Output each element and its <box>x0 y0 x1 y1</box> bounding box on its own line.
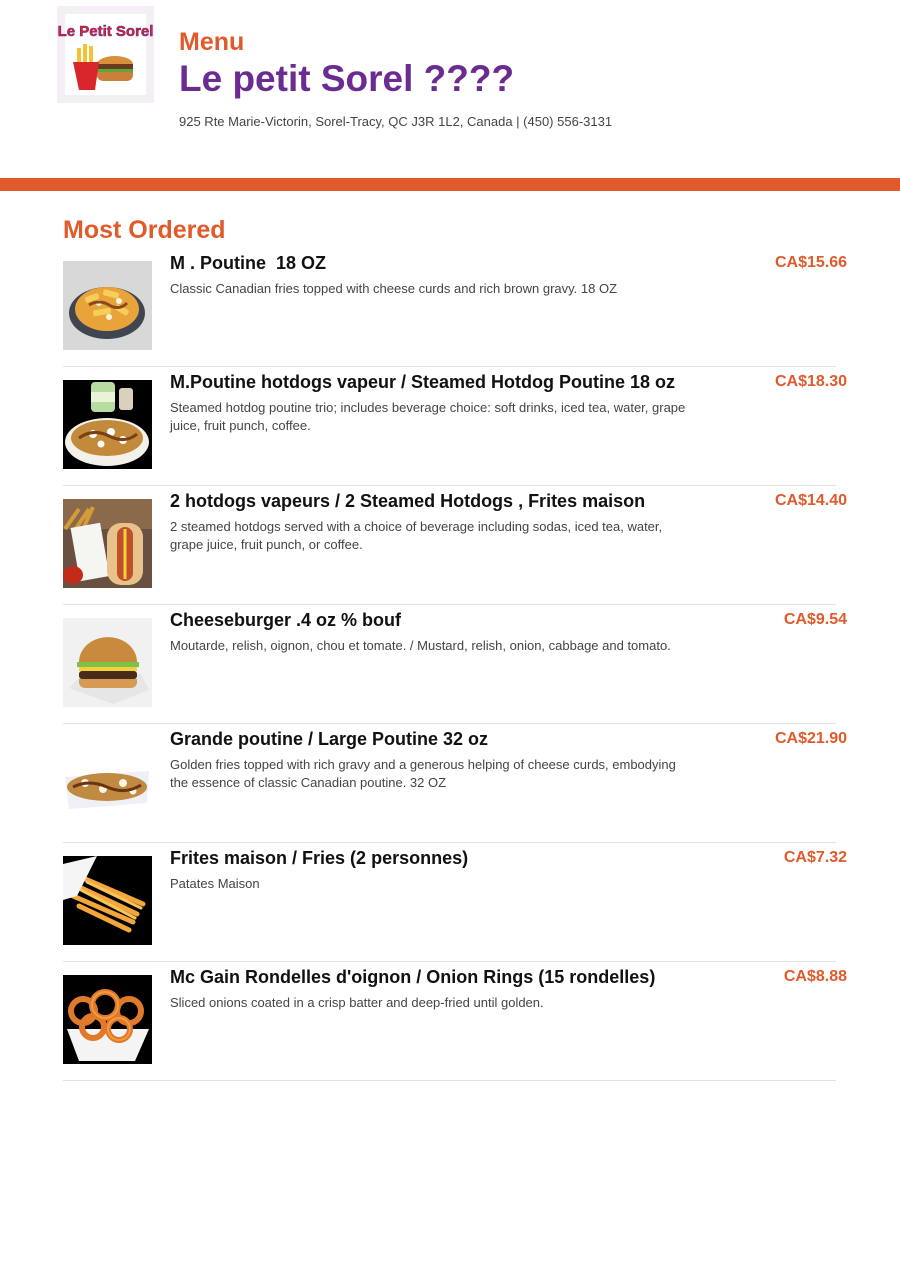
menu-item[interactable]: 2 hotdogs vapeurs / 2 Steamed Hotdogs , … <box>63 486 847 605</box>
restaurant-name: Le petit Sorel ???? <box>179 58 515 99</box>
menu-item[interactable]: M . Poutine 18 OZ Classic Canadian fries… <box>63 248 847 367</box>
item-price: CA$9.54 <box>783 611 847 628</box>
menu-label: Menu <box>179 28 245 56</box>
poutine-photo <box>63 261 152 350</box>
restaurant-address: 925 Rte Marie-Victorin, Sorel-Tracy, QC … <box>179 114 613 129</box>
restaurant-logo: Le Petit Sorel <box>57 6 154 103</box>
page-header: Le Petit Sorel Menu Le petit Sorel ???? … <box>0 0 900 178</box>
fries-photo <box>63 856 152 945</box>
item-price: CA$18.30 <box>774 373 847 390</box>
item-description: Steamed hotdog poutine trio; includes be… <box>170 400 686 433</box>
item-name: Cheeseburger .4 oz % bouf <box>170 610 402 630</box>
item-price: CA$15.66 <box>774 254 847 271</box>
onion-rings-photo <box>63 975 152 1064</box>
item-name: M.Poutine hotdogs vapeur / Steamed Hotdo… <box>170 372 676 392</box>
item-description: Sliced onions coated in a crisp batter a… <box>170 995 544 1010</box>
item-name: 2 hotdogs vapeurs / 2 Steamed Hotdogs , … <box>170 491 646 511</box>
menu-item[interactable]: Grande poutine / Large Poutine 32 oz Gol… <box>63 724 847 843</box>
svg-text:Le Petit Sorel: Le Petit Sorel <box>58 23 154 40</box>
item-description: Moutarde, relish, oignon, chou et tomate… <box>170 638 671 653</box>
item-price: CA$14.40 <box>774 492 847 509</box>
item-description: Patates Maison <box>170 876 260 891</box>
hotdog-poutine-photo <box>63 380 152 469</box>
header-divider-bar <box>0 178 900 191</box>
item-description: Classic Canadian fries topped with chees… <box>170 281 618 296</box>
item-name: Mc Gain Rondelles d'oignon / Onion Rings… <box>170 967 656 987</box>
item-price: CA$7.32 <box>783 849 847 866</box>
hotdogs-fries-photo <box>63 499 152 588</box>
menu-item[interactable]: Cheeseburger .4 oz % bouf Moutarde, reli… <box>63 605 847 724</box>
menu-item[interactable]: Mc Gain Rondelles d'oignon / Onion Rings… <box>63 962 847 1081</box>
item-description: 2 steamed hotdogs served with a choice o… <box>170 519 663 552</box>
large-poutine-photo <box>63 737 152 826</box>
cheeseburger-photo <box>63 618 152 707</box>
section-title: Most Ordered <box>63 216 226 244</box>
item-price: CA$21.90 <box>774 730 847 747</box>
item-price: CA$8.88 <box>783 968 847 985</box>
item-name: Frites maison / Fries (2 personnes) <box>170 848 469 868</box>
item-name: Grande poutine / Large Poutine 32 oz <box>170 729 489 749</box>
menu-item[interactable]: M.Poutine hotdogs vapeur / Steamed Hotdo… <box>63 367 847 486</box>
item-name: M . Poutine 18 OZ <box>170 253 327 273</box>
menu-item[interactable]: Frites maison / Fries (2 personnes) Pata… <box>63 843 847 962</box>
menu-items-list: M . Poutine 18 OZ Classic Canadian fries… <box>63 248 847 1081</box>
item-description: Golden fries topped with rich gravy and … <box>170 757 676 790</box>
